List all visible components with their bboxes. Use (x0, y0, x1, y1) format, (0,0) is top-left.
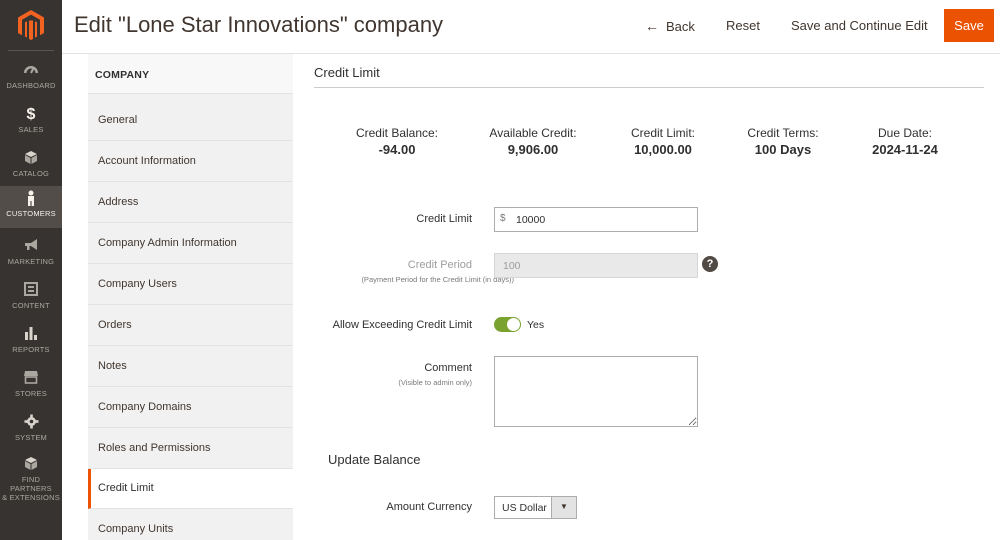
comment-label: Comment (424, 362, 472, 374)
box-icon (21, 456, 41, 473)
tab-credit-limit[interactable]: Credit Limit (88, 469, 293, 509)
nav-label: FIND PARTNERS (10, 475, 52, 493)
storefront-icon (21, 370, 41, 387)
gear-icon (21, 414, 41, 431)
triangle-down-icon: ▼ (560, 502, 568, 511)
stat-value: 10,000.00 (634, 142, 692, 157)
stat-due-date: Due Date: 2024-11-24 (840, 126, 970, 157)
megaphone-icon (21, 238, 41, 255)
stat-label: Available Credit: (489, 126, 577, 140)
stat-credit-terms: Credit Terms: 100 Days (718, 126, 848, 157)
credit-period-note: (Payment Period for the Credit Limit (in… (361, 275, 514, 284)
admin-sidebar: DASHBOARD $ SALES CATALOG CUSTOMERS MARK… (0, 0, 62, 540)
amount-currency-select[interactable]: US Dollar ▼ (494, 496, 577, 519)
stat-label: Credit Terms: (747, 126, 819, 140)
credit-period-label: Credit Period (407, 259, 472, 271)
tab-address[interactable]: Address (88, 183, 293, 223)
page-title: Edit "Lone Star Innovations" company (74, 12, 444, 37)
nav-label: SALES (18, 125, 44, 134)
allow-exceeding-label: Allow Exceeding Credit Limit (332, 319, 472, 331)
toggle-knob (507, 318, 520, 331)
allow-exceeding-value: Yes (527, 319, 545, 331)
tab-notes[interactable]: Notes (88, 347, 293, 387)
stat-value: 2024-11-24 (872, 142, 938, 157)
nav-item-stores[interactable]: STORES (0, 366, 62, 408)
credit-limit-input[interactable] (494, 207, 698, 232)
dropdown-toggle[interactable]: ▼ (551, 497, 576, 518)
comment-note: (Visible to admin only) (398, 378, 472, 387)
section-divider (314, 87, 984, 88)
stat-value: 100 Days (754, 142, 812, 157)
nav-item-reports[interactable]: REPORTS (0, 322, 62, 364)
person-icon (21, 190, 41, 207)
nav-label: DASHBOARD (6, 81, 56, 90)
nav-item-customers[interactable]: CUSTOMERS (0, 186, 62, 228)
allow-exceeding-toggle[interactable] (494, 317, 521, 332)
stat-credit-balance: Credit Balance: -94.00 (332, 126, 462, 157)
save-button[interactable]: Save (944, 9, 994, 42)
stat-label: Due Date: (877, 126, 933, 140)
arrow-left-icon: ← (645, 18, 659, 34)
nav-item-find-partners[interactable]: FIND PARTNERS & EXTENSIONS (0, 452, 62, 502)
comment-textarea[interactable] (494, 356, 698, 427)
tab-orders[interactable]: Orders (88, 306, 293, 346)
tab-company-domains[interactable]: Company Domains (88, 388, 293, 428)
nav-item-dashboard[interactable]: DASHBOARD (0, 58, 62, 100)
box-icon (21, 150, 41, 167)
tab-account-information[interactable]: Account Information (88, 142, 293, 182)
amount-currency-label: Amount Currency (386, 501, 472, 513)
reset-button[interactable]: Reset (726, 10, 760, 42)
back-button[interactable]: ← Back (645, 10, 695, 42)
nav-label: SYSTEM (14, 433, 48, 442)
nav-item-sales[interactable]: $ SALES (0, 102, 62, 144)
layout-icon (21, 282, 41, 299)
nav-label: CONTENT (12, 301, 50, 310)
tab-general[interactable]: General (88, 101, 293, 141)
tab-company-units[interactable]: Company Units (88, 510, 293, 540)
tabs-heading[interactable]: COMPANY (88, 54, 293, 94)
nav-label: REPORTS (12, 345, 50, 354)
nav-item-catalog[interactable]: CATALOG (0, 146, 62, 188)
credit-limit-label: Credit Limit (416, 213, 472, 225)
stat-available-credit: Available Credit: 9,906.00 (468, 126, 598, 157)
nav-label: CUSTOMERS (6, 209, 56, 218)
nav-item-content[interactable]: CONTENT (0, 278, 62, 320)
bar-chart-icon (21, 326, 41, 343)
currency-symbol: $ (500, 213, 506, 224)
credit-period-input[interactable] (494, 253, 698, 278)
nav-item-marketing[interactable]: MARKETING (0, 234, 62, 276)
nav-label: & EXTENSIONS (2, 493, 60, 502)
nav-label: MARKETING (7, 257, 55, 266)
tab-company-users[interactable]: Company Users (88, 265, 293, 305)
help-icon[interactable]: ? (702, 256, 718, 272)
dollar-icon: $ (26, 106, 36, 123)
company-tabs: COMPANY General Account Information Addr… (88, 54, 293, 540)
save-and-continue-button[interactable]: Save and Continue Edit (791, 10, 928, 42)
stat-label: Credit Balance: (355, 126, 439, 140)
update-balance-title: Update Balance (328, 452, 421, 467)
dashboard-icon (21, 62, 41, 79)
nav-divider (8, 50, 54, 51)
nav-item-system[interactable]: SYSTEM (0, 410, 62, 452)
tab-company-admin-information[interactable]: Company Admin Information (88, 224, 293, 264)
stat-value: -94.00 (378, 142, 416, 157)
stat-value: 9,906.00 (507, 142, 559, 157)
section-title: Credit Limit (314, 65, 380, 80)
tab-roles-and-permissions[interactable]: Roles and Permissions (88, 429, 293, 469)
back-label: Back (666, 19, 695, 34)
magento-logo-icon[interactable] (14, 8, 48, 42)
stat-credit-limit: Credit Limit: 10,000.00 (598, 126, 728, 157)
selected-currency: US Dollar (502, 502, 547, 514)
nav-label: STORES (15, 389, 47, 398)
nav-label: CATALOG (12, 169, 50, 178)
stat-label: Credit Limit: (630, 126, 695, 140)
